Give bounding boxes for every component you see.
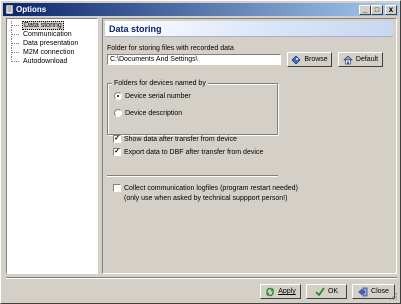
footer-divider (6, 277, 397, 279)
resize-grip-icon[interactable] (388, 291, 398, 301)
refresh-icon (266, 287, 275, 296)
ok-button[interactable]: OK (306, 284, 347, 299)
radio-serial-label[interactable]: Device serial number (125, 92, 191, 101)
radio-description-label[interactable]: Device description (125, 109, 182, 118)
section-title: Data storing (109, 24, 162, 34)
close-label: Close (371, 288, 389, 295)
apply-button[interactable]: Apply (260, 284, 301, 299)
group-title: Folders for devices named by (112, 79, 208, 88)
browse-icon (291, 55, 301, 64)
maximize-button[interactable]: □ (371, 5, 383, 15)
tree-item-data-storing[interactable]: Data storing (11, 21, 64, 30)
exit-icon (358, 287, 368, 296)
tree-item-label: Data presentation (23, 40, 79, 47)
tree-item-data-presentation[interactable]: Data presentation (11, 39, 79, 48)
tree-branch-line (11, 48, 22, 57)
radio-serial-number[interactable] (114, 92, 122, 100)
tree-branch-line (11, 21, 22, 30)
home-icon (343, 55, 353, 64)
divider (107, 175, 278, 177)
tree-branch-line (11, 57, 22, 62)
close-window-button[interactable]: x (385, 5, 397, 15)
export-dbf-label[interactable]: Export data to DBF after transfer from d… (124, 148, 263, 157)
show-data-checkbox[interactable]: ✓ (113, 135, 121, 143)
tree-branch-line (11, 39, 22, 48)
window-title: Options (16, 5, 47, 14)
options-window: Options _ □ x Data storing Communication… (0, 0, 401, 304)
folder-label: Folder for storing files with recorded d… (107, 45, 234, 52)
tree-item-label: Data storing (22, 21, 64, 30)
default-button[interactable]: Default (338, 52, 383, 67)
default-label: Default (355, 56, 379, 63)
tree-item-m2m-connection[interactable]: M2M connection (11, 48, 75, 57)
tree-item-autodownload[interactable]: Autodownload (11, 57, 68, 66)
folder-path-input[interactable]: C:\Documents And Settings\ (107, 54, 281, 65)
checkmark-icon (315, 286, 325, 296)
tree-item-label: M2M connection (23, 49, 75, 56)
logfiles-label[interactable]: Collect communication logfiles (program … (124, 184, 298, 193)
show-data-label[interactable]: Show data after transfer from device (124, 135, 237, 144)
title-bar[interactable]: Options _ □ x (3, 3, 399, 16)
logfiles-note: (only use when asked by technical supppo… (124, 195, 288, 202)
browse-label: Browse (304, 56, 328, 63)
settings-panel: Data storing Folder for storing files wi… (102, 18, 397, 274)
logfiles-checkbox[interactable] (113, 184, 121, 192)
apply-label: Apply (278, 288, 296, 295)
radio-device-description[interactable] (114, 109, 122, 117)
tree-item-label: Communication (23, 31, 72, 38)
tree-item-label: Autodownload (23, 58, 68, 65)
app-icon (5, 5, 14, 14)
folder-naming-group: Folders for devices named by Device seri… (107, 79, 278, 135)
export-dbf-checkbox[interactable]: ✓ (113, 148, 121, 156)
section-header: Data storing (105, 21, 393, 37)
tree-branch-line (11, 30, 22, 39)
minimize-button[interactable]: _ (359, 5, 371, 15)
ok-label: OK (327, 288, 339, 295)
options-tree[interactable]: Data storing Communication Data presenta… (6, 18, 98, 274)
tree-item-communication[interactable]: Communication (11, 30, 73, 39)
browse-button[interactable]: Browse (287, 52, 332, 67)
